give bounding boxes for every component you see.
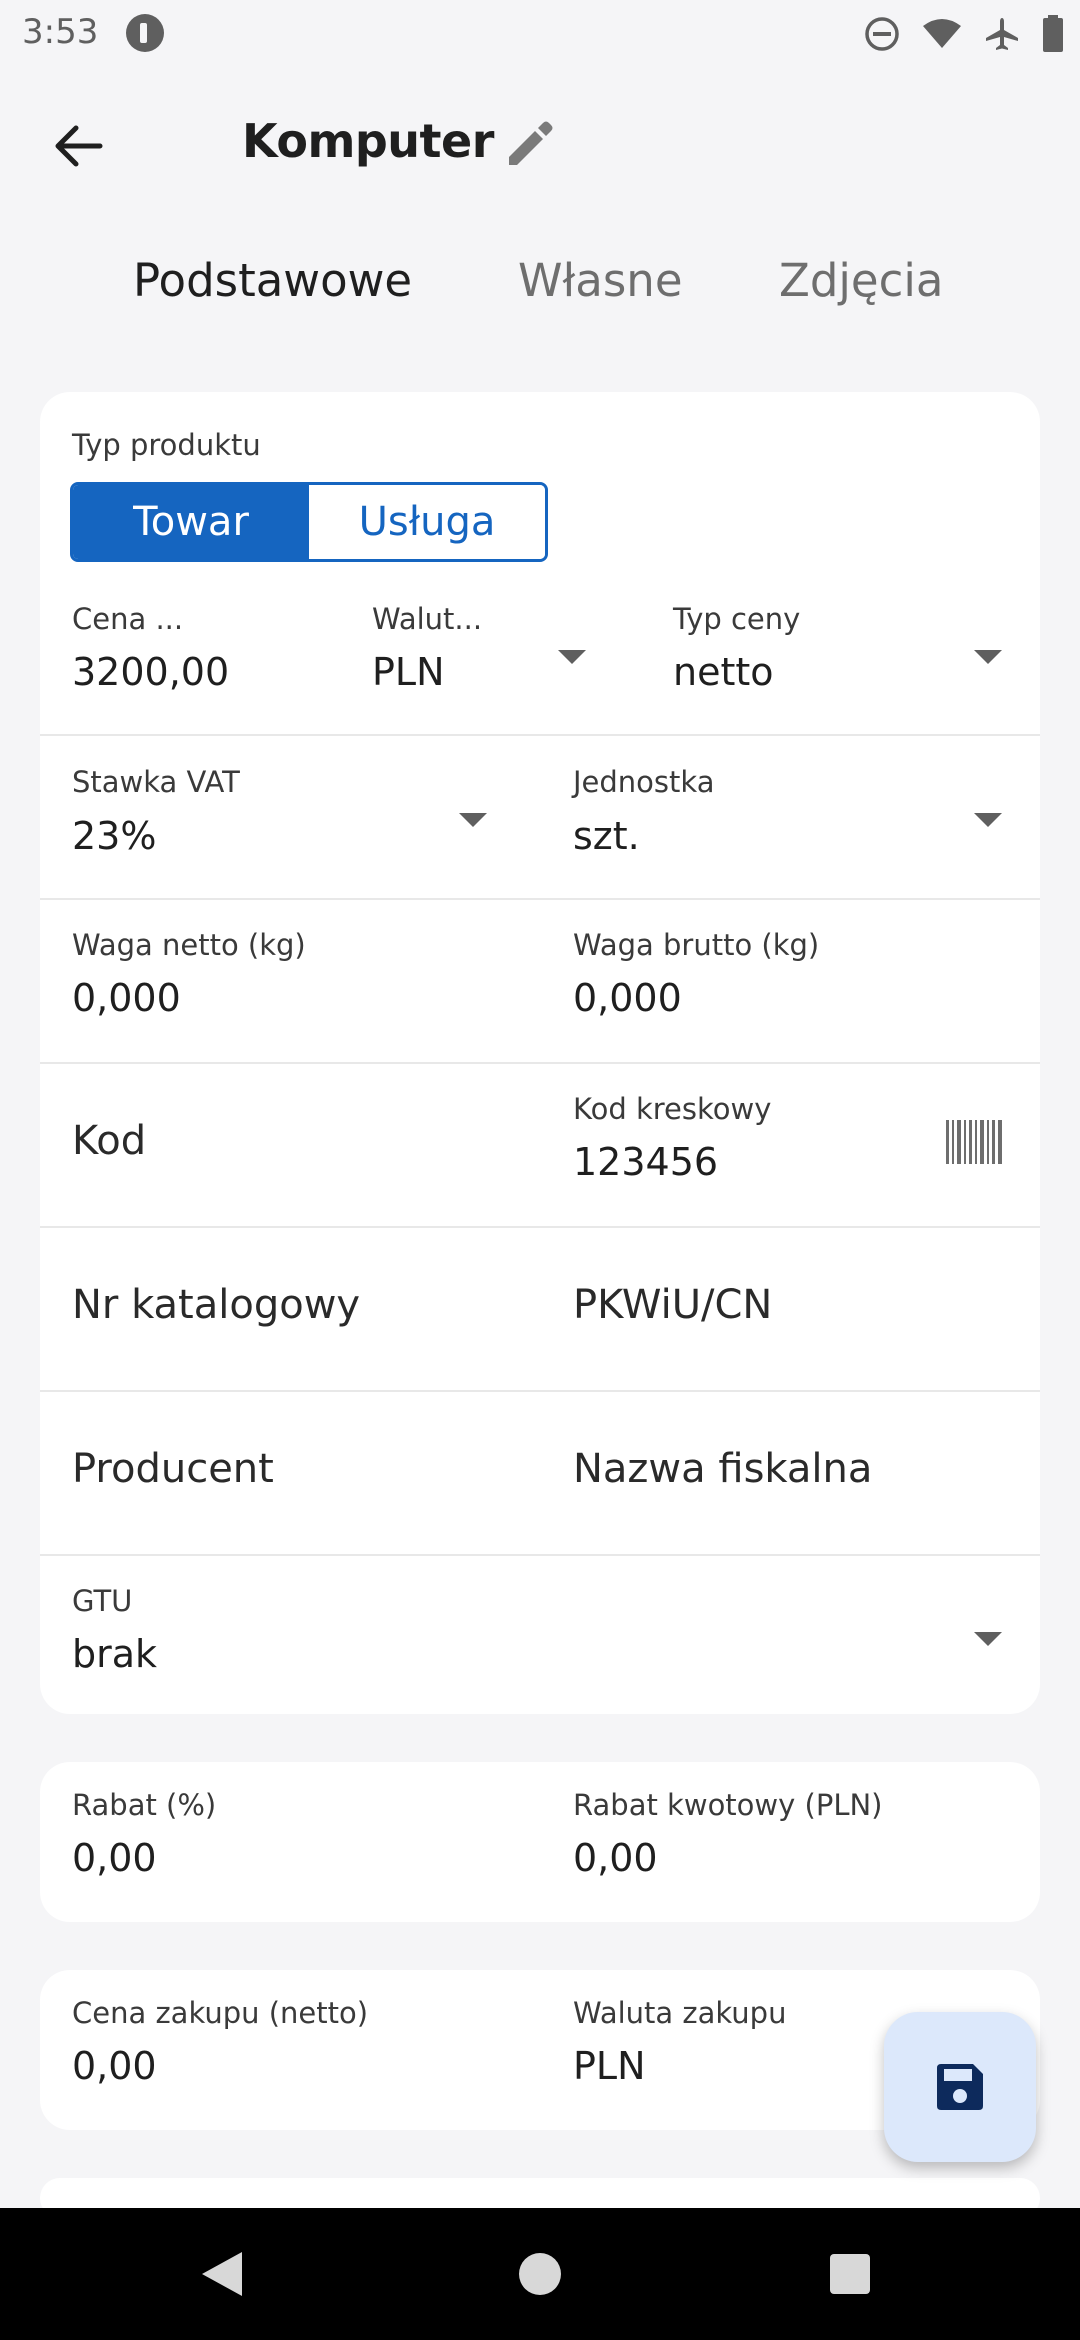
vat-rate-label: Stawka VAT xyxy=(72,765,240,799)
pencil-icon xyxy=(509,121,553,165)
chevron-down-icon xyxy=(974,1632,1002,1646)
price-type-label: Typ ceny xyxy=(673,602,801,636)
price-value: 3200,00 xyxy=(72,650,230,694)
net-weight-value: 0,000 xyxy=(72,976,181,1020)
gtu-value: brak xyxy=(72,1632,158,1676)
basic-info-card: Typ produktu Towar Usługa Cena ... 3200,… xyxy=(40,392,1040,1714)
barcode-label: Kod kreskowy xyxy=(573,1092,772,1126)
status-icons xyxy=(864,14,1064,54)
unit-label: Jednostka xyxy=(573,765,715,799)
back-button[interactable] xyxy=(40,108,116,184)
divider xyxy=(40,1390,1040,1392)
nav-recents-icon[interactable] xyxy=(830,2254,870,2294)
gross-weight-value: 0,000 xyxy=(573,976,682,1020)
unit-value: szt. xyxy=(573,814,640,858)
divider xyxy=(40,734,1040,736)
nav-home-icon[interactable] xyxy=(519,2253,561,2295)
discount-amount-label: Rabat kwotowy (PLN) xyxy=(573,1788,883,1822)
chevron-down-icon xyxy=(558,650,586,664)
divider xyxy=(40,1062,1040,1064)
edit-title-button[interactable] xyxy=(496,108,566,178)
tab-wlasne[interactable]: Własne xyxy=(518,254,683,307)
chevron-down-icon xyxy=(459,813,487,827)
status-time: 3:53 xyxy=(22,12,99,52)
currency-label: Walut... xyxy=(372,602,483,636)
currency-value: PLN xyxy=(372,650,445,694)
discount-percent-label: Rabat (%) xyxy=(72,1788,217,1822)
divider xyxy=(40,1554,1040,1556)
purchase-currency-label: Waluta zakupu xyxy=(573,1996,787,2030)
product-type-towar-button[interactable]: Towar xyxy=(73,485,309,559)
chevron-down-icon xyxy=(974,650,1002,664)
discount-percent-value: 0,00 xyxy=(72,1836,157,1880)
discount-card: Rabat (%) 0,00 Rabat kwotowy (PLN) 0,00 xyxy=(40,1762,1040,1922)
back-arrow-icon xyxy=(55,125,103,167)
code-field[interactable]: Kod xyxy=(72,1118,146,1164)
catalog-number-field[interactable]: Nr katalogowy xyxy=(72,1282,360,1328)
do-not-disturb-icon xyxy=(865,17,899,51)
product-type-usluga-button[interactable]: Usługa xyxy=(309,485,545,559)
tab-podstawowe[interactable]: Podstawowe xyxy=(133,254,412,307)
purchase-currency-value: PLN xyxy=(573,2044,646,2088)
gtu-label: GTU xyxy=(72,1584,133,1618)
wifi-icon xyxy=(923,19,961,48)
purchase-price-label: Cena zakupu (netto) xyxy=(72,1996,369,2030)
tab-zdjecia[interactable]: Zdjęcia xyxy=(779,254,943,307)
price-type-value: netto xyxy=(673,650,774,694)
divider xyxy=(40,1226,1040,1228)
discount-amount-value: 0,00 xyxy=(573,1836,658,1880)
chevron-down-icon xyxy=(974,813,1002,827)
net-weight-label: Waga netto (kg) xyxy=(72,928,306,962)
barcode-value: 123456 xyxy=(573,1140,719,1184)
gross-weight-label: Waga brutto (kg) xyxy=(573,928,820,962)
price-label: Cena ... xyxy=(72,602,184,636)
save-button[interactable] xyxy=(884,2012,1036,2162)
product-type-toggle: Towar Usługa xyxy=(70,482,548,562)
status-bar: 3:53 xyxy=(0,0,1080,66)
battery-icon xyxy=(1043,15,1063,52)
app-notification-icon xyxy=(126,14,164,52)
vat-rate-value: 23% xyxy=(72,814,157,858)
nav-back-icon[interactable] xyxy=(202,2252,242,2296)
barcode-icon xyxy=(946,1120,1002,1164)
pkwiu-field[interactable]: PKWiU/CN xyxy=(573,1282,772,1328)
purchase-price-value: 0,00 xyxy=(72,2044,157,2088)
producer-field[interactable]: Producent xyxy=(72,1446,274,1492)
fiscal-name-field[interactable]: Nazwa fiskalna xyxy=(573,1446,872,1492)
barcode-scan-button[interactable] xyxy=(946,1120,1002,1168)
divider xyxy=(40,898,1040,900)
system-navigation-bar xyxy=(0,2208,1080,2340)
page-title: Komputer xyxy=(242,114,494,168)
save-icon xyxy=(937,2064,983,2110)
product-type-label: Typ produktu xyxy=(72,428,261,462)
airplane-icon xyxy=(986,18,1018,50)
